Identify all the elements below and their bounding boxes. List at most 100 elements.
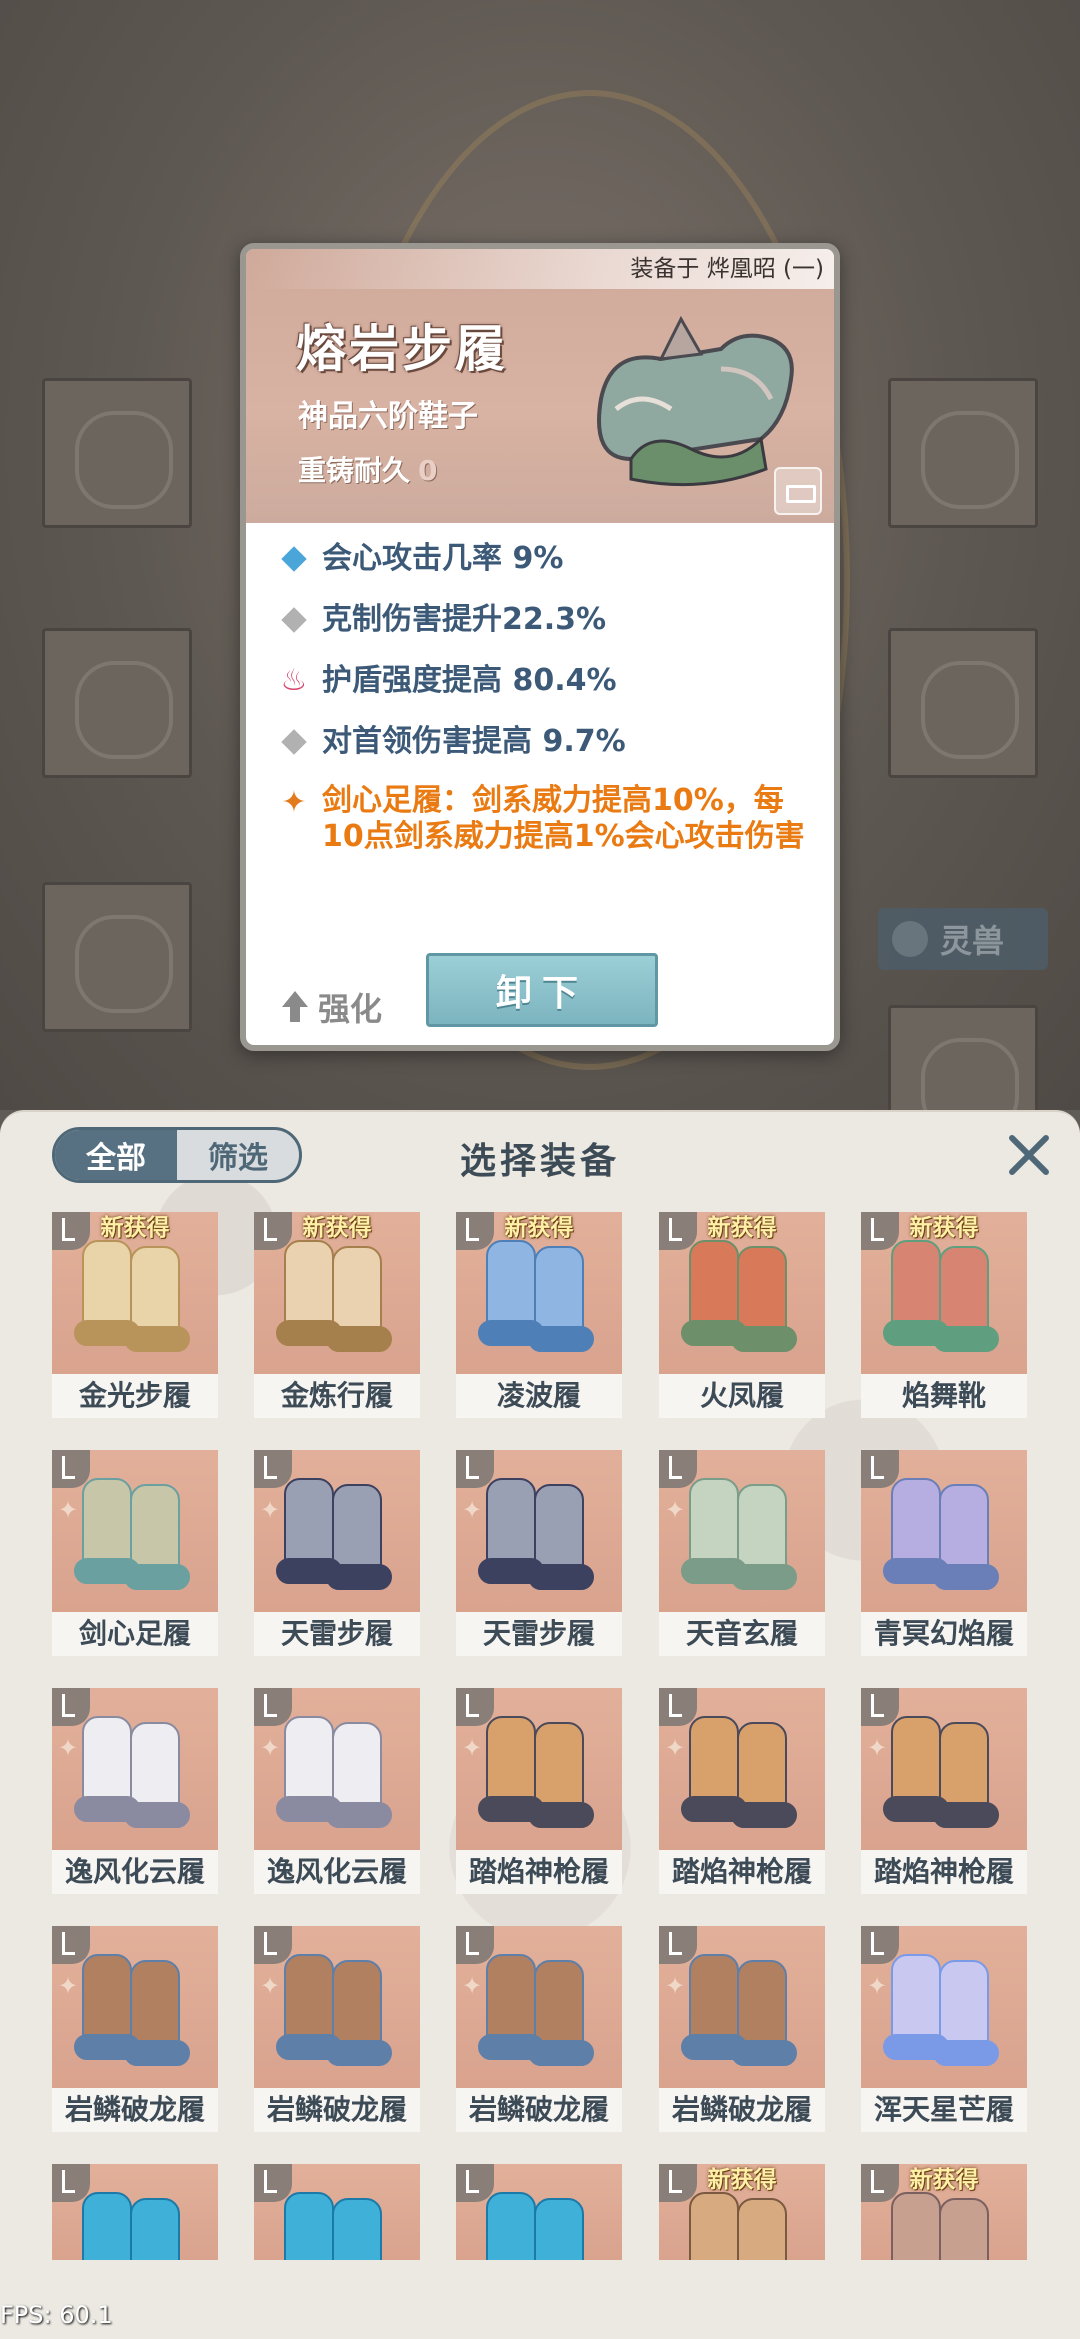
- set-bonus-text: 剑心足履：剑系威力提高10%，每10点剑系威力提高1%会心攻击伤害: [322, 783, 805, 854]
- equipment-name: 金光步履: [52, 1374, 218, 1418]
- item-grade: 神品六阶鞋子: [298, 399, 478, 434]
- equipment-tile[interactable]: ✦ 浑天星芒履: [861, 1926, 1027, 2134]
- equipment-tile[interactable]: 新获得: [861, 2164, 1027, 2326]
- close-icon[interactable]: [1006, 1132, 1052, 1178]
- boots-icon: [681, 1712, 803, 1832]
- equipment-tile[interactable]: 新获得 金光步履: [52, 1212, 218, 1420]
- equipment-tile[interactable]: ✦ 岩鳞破龙履: [659, 1926, 825, 2134]
- stat-text: 克制伤害提升22.3%: [322, 602, 607, 637]
- equipment-tile[interactable]: ✦ 剑心足履: [52, 1450, 218, 1658]
- lock-icon[interactable]: [774, 467, 822, 515]
- stat-row: ♨ 护盾强度提高 80.4%: [274, 661, 834, 722]
- pet-label: 灵兽: [940, 922, 1005, 960]
- strengthen-label: 强化: [318, 990, 383, 1028]
- equipment-name: 天音玄履: [659, 1612, 825, 1656]
- equipment-tile[interactable]: [254, 2164, 420, 2326]
- equipment-tile[interactable]: ✦ 天雷步履: [456, 1450, 622, 1658]
- equipment-name: 天雷步履: [254, 1612, 420, 1656]
- boots-icon: [478, 2188, 600, 2260]
- new-badge: 新获得: [100, 1215, 170, 1241]
- boots-icon: [276, 1236, 398, 1356]
- stat-text: 对首领伤害提高 9.7%: [322, 724, 626, 759]
- stat-text: 会心攻击几率 9%: [322, 541, 564, 576]
- equipment-name: 岩鳞破龙履: [52, 2088, 218, 2132]
- equipment-tile[interactable]: ✦ 天音玄履: [659, 1450, 825, 1658]
- equipment-tile[interactable]: ✦ 逸风化云履: [254, 1688, 420, 1896]
- boots-icon: [478, 1950, 600, 2070]
- boots-icon: [74, 2188, 196, 2260]
- fps-counter: FPS: 60.1: [0, 2301, 113, 2329]
- equipment-tile[interactable]: ✦ 踏焰神枪履: [659, 1688, 825, 1896]
- equipment-tile[interactable]: ✦ 踏焰神枪履: [861, 1688, 1027, 1896]
- strengthen-button[interactable]: 强化: [282, 984, 382, 1030]
- equipment-name: 踏焰神枪履: [659, 1850, 825, 1894]
- boots-slot: [42, 882, 192, 1032]
- new-badge: 新获得: [707, 2167, 777, 2193]
- equipment-image: ✦: [456, 1688, 622, 1850]
- accessory-slot: [888, 378, 1038, 528]
- equipment-image: ✦: [861, 1688, 1027, 1850]
- boots-icon: [883, 1712, 1005, 1832]
- equipment-tile[interactable]: ✦ 天雷步履: [254, 1450, 420, 1658]
- set-bonus-row: ✦ 剑心足履：剑系威力提高10%，每10点剑系威力提高1%会心攻击伤害: [274, 783, 834, 855]
- equipment-name: 逸风化云履: [254, 1850, 420, 1894]
- stat-list: 会心攻击几率 9% 克制伤害提升22.3% ♨ 护盾强度提高 80.4% 对首领…: [274, 539, 834, 855]
- boots-icon: [883, 1474, 1005, 1594]
- equipment-image: ✦: [456, 1450, 622, 1612]
- boots-icon: [883, 2188, 1005, 2260]
- equipment-tile[interactable]: 新获得 凌波履: [456, 1212, 622, 1420]
- equipment-tile[interactable]: 新获得: [659, 2164, 825, 2326]
- boots-icon: [478, 1474, 600, 1594]
- equipment-tile[interactable]: [456, 2164, 622, 2326]
- equipment-image: [52, 2164, 218, 2260]
- new-badge: 新获得: [302, 1215, 372, 1241]
- set-icon: ✦: [281, 785, 307, 820]
- equipment-image: ✦: [254, 1450, 420, 1612]
- unequip-button[interactable]: 卸下: [426, 953, 658, 1027]
- equipment-tile[interactable]: ✦ 岩鳞破龙履: [254, 1926, 420, 2134]
- equipment-tile[interactable]: 新获得 焰舞靴: [861, 1212, 1027, 1420]
- boots-icon: [74, 1236, 196, 1356]
- boots-icon: [74, 1712, 196, 1832]
- equipment-tile[interactable]: 新获得 火凤履: [659, 1212, 825, 1420]
- equipment-image: ✦: [456, 1926, 622, 2088]
- new-badge: 新获得: [707, 1215, 777, 1241]
- equipment-name: 凌波履: [456, 1374, 622, 1418]
- boots-icon: [883, 1236, 1005, 1356]
- equipment-image: ✦: [659, 1688, 825, 1850]
- durability-value: 0: [418, 454, 438, 487]
- boots-icon: [74, 1950, 196, 2070]
- equipment-tile[interactable]: 青冥幻焰履: [861, 1450, 1027, 1658]
- equipment-image: ✦: [861, 1926, 1027, 2088]
- equipment-tile[interactable]: 新获得 金炼行履: [254, 1212, 420, 1420]
- panel-title: 选择装备: [459, 1141, 620, 1182]
- boots-icon: [74, 1474, 196, 1594]
- boots-icon: [681, 1950, 803, 2070]
- weapon-slot: [42, 378, 192, 528]
- boots-icon: [478, 1236, 600, 1356]
- equipment-name: 金炼行履: [254, 1374, 420, 1418]
- equipment-name: 岩鳞破龙履: [456, 2088, 622, 2132]
- gray-diamond-icon: [281, 607, 307, 633]
- stat-text: 护盾强度提高 80.4%: [322, 663, 617, 698]
- equipment-tile[interactable]: ✦ 踏焰神枪履: [456, 1688, 622, 1896]
- boots-icon: [681, 2188, 803, 2260]
- equipment-image: ✦: [659, 1450, 825, 1612]
- stat-row: 对首领伤害提高 9.7%: [274, 722, 834, 783]
- stat-row: 会心攻击几率 9%: [274, 539, 834, 600]
- equipment-name: 青冥幻焰履: [861, 1612, 1027, 1656]
- equipment-image: [861, 1450, 1027, 1612]
- boots-icon: [681, 1236, 803, 1356]
- select-equipment-panel: 全部 筛选 选择装备 新获得 金光步履 新获得 金炼行履 新获得 凌波履 新获得 火凤履 新获得…: [0, 1110, 1080, 2339]
- item-durability: 重铸耐久 0: [298, 449, 438, 489]
- arrow-up-icon: [282, 991, 308, 1023]
- equipment-tile[interactable]: ✦ 岩鳞破龙履: [52, 1926, 218, 2134]
- boots-icon: [478, 1712, 600, 1832]
- equipment-tile[interactable]: ✦ 岩鳞破龙履: [456, 1926, 622, 2134]
- equipped-by-label: 装备于 烨凰昭 (一): [246, 249, 834, 289]
- equipment-name: 浑天星芒履: [861, 2088, 1027, 2132]
- equipment-image: ✦: [52, 1450, 218, 1612]
- equipment-name: 火凤履: [659, 1374, 825, 1418]
- equipment-name: 岩鳞破龙履: [254, 2088, 420, 2132]
- equipment-tile[interactable]: ✦ 逸风化云履: [52, 1688, 218, 1896]
